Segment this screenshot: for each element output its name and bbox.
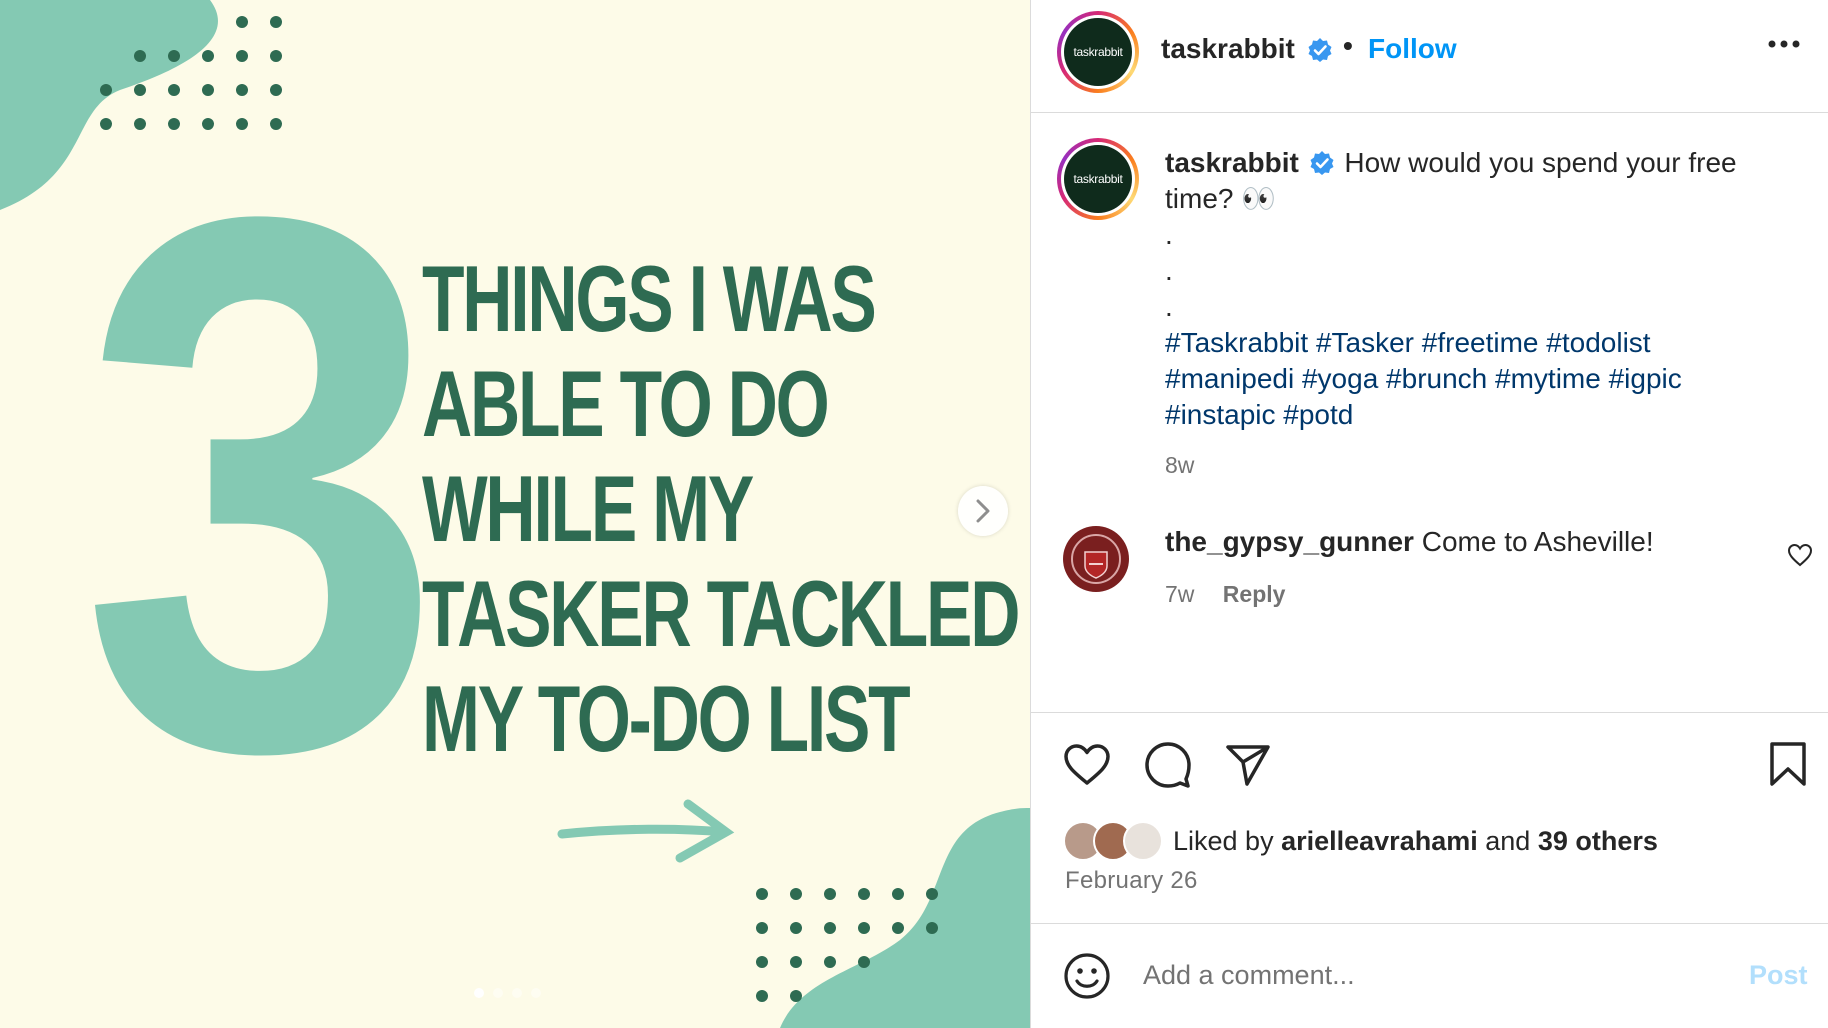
- carousel-dot: [493, 988, 503, 998]
- headline-line: ABLE TO DO: [422, 351, 830, 456]
- author-avatar[interactable]: taskrabbit: [1057, 11, 1139, 93]
- headline-line: TASKER TACKLED: [422, 561, 1020, 666]
- save-bookmark-icon[interactable]: [1769, 741, 1807, 787]
- post-image[interactable]: 3 THINGS I WAS ABLE TO DO WHILE MY TASKE…: [0, 0, 1030, 1028]
- comment-timestamp[interactable]: 7w: [1165, 581, 1194, 607]
- big-number: 3: [80, 60, 444, 909]
- post-comment-button[interactable]: Post: [1749, 960, 1808, 991]
- verified-badge-icon: [1310, 151, 1334, 175]
- headline-line: WHILE MY: [422, 456, 754, 561]
- author-avatar-logo: taskrabbit: [1064, 18, 1132, 86]
- post-side-panel: taskrabbit taskrabbit • Follow taskrabbi…: [1030, 0, 1828, 1028]
- caption-dot: .: [1165, 219, 1173, 250]
- follow-button[interactable]: Follow: [1368, 33, 1457, 65]
- more-options-icon[interactable]: [1767, 38, 1801, 50]
- carousel-indicator: [474, 988, 541, 998]
- header-separator: •: [1343, 30, 1353, 61]
- post-date[interactable]: February 26: [1065, 867, 1198, 895]
- emoji-smiley-icon[interactable]: [1063, 952, 1111, 1000]
- likes-others-link[interactable]: 39 others: [1538, 826, 1658, 856]
- image-headline: THINGS I WAS ABLE TO DO WHILE MY TASKER …: [422, 246, 1020, 771]
- comment-meta: 7w Reply: [1165, 576, 1285, 612]
- comment-line: the_gypsy_gunner Come to Asheville!: [1165, 524, 1654, 560]
- carousel-dot: [531, 988, 541, 998]
- verified-badge-icon: [1308, 38, 1332, 62]
- arrow-right-decoration: [557, 799, 735, 863]
- caption-author-avatar[interactable]: taskrabbit: [1057, 138, 1139, 220]
- likes-summary: Liked by arielleavrahami and 39 others: [1063, 821, 1658, 861]
- reply-button[interactable]: Reply: [1223, 581, 1286, 607]
- caption-hashtags[interactable]: #instapic #potd: [1165, 397, 1353, 433]
- likes-prefix: Liked by: [1173, 825, 1274, 856]
- liker-avatar[interactable]: [1123, 821, 1163, 861]
- commenter-avatar[interactable]: [1063, 526, 1129, 592]
- author-username[interactable]: taskrabbit: [1161, 33, 1295, 65]
- headline-line: THINGS I WAS: [422, 246, 877, 351]
- caption-dot: .: [1165, 255, 1173, 286]
- comment-text: Come to Asheville!: [1421, 526, 1654, 557]
- headline-line: MY TO-DO LIST: [422, 666, 911, 771]
- carousel-next-button[interactable]: [958, 486, 1008, 536]
- liker-username[interactable]: arielleavrahami: [1281, 826, 1478, 856]
- caption-hashtags[interactable]: #Taskrabbit #Tasker #freetime #todolist: [1165, 325, 1651, 361]
- carousel-dot: [512, 988, 522, 998]
- comment-username[interactable]: the_gypsy_gunner: [1165, 526, 1414, 557]
- caption-text-line-2: time? 👀: [1165, 183, 1277, 214]
- comment-bubble-icon[interactable]: [1144, 741, 1192, 789]
- like-heart-icon[interactable]: [1063, 743, 1111, 787]
- post-header: taskrabbit taskrabbit • Follow: [1031, 0, 1828, 113]
- post-actions: Liked by arielleavrahami and 39 others F…: [1031, 712, 1828, 924]
- caption-username[interactable]: taskrabbit: [1165, 147, 1299, 178]
- caption-hashtags[interactable]: #manipedi #yoga #brunch #mytime #igpic: [1165, 361, 1682, 397]
- caption-line-1: taskrabbit How would you spend your free: [1165, 145, 1805, 181]
- caption-timestamp[interactable]: 8w: [1165, 447, 1194, 483]
- carousel-dot-active: [474, 988, 484, 998]
- comment-like-heart-icon[interactable]: [1787, 543, 1813, 567]
- caption-avatar-logo: taskrabbit: [1064, 145, 1132, 213]
- likes-middle: and: [1485, 825, 1531, 856]
- add-comment-bar: Post: [1031, 924, 1828, 1028]
- caption-text: How would you spend your free: [1344, 147, 1737, 178]
- share-paper-plane-icon[interactable]: [1225, 743, 1271, 787]
- chevron-right-icon: [976, 499, 990, 523]
- comment-input[interactable]: [1143, 952, 1703, 998]
- likes-text: Liked by arielleavrahami and 39 others: [1173, 826, 1658, 857]
- caption-dot: .: [1165, 291, 1173, 322]
